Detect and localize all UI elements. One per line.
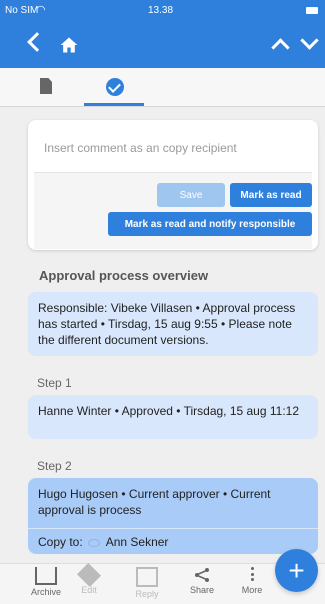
step-1-label: Step 1 (37, 376, 72, 390)
eye-icon (88, 538, 101, 547)
share-icon (195, 568, 209, 582)
tab-bar (0, 68, 325, 107)
checkmark-icon (106, 78, 124, 96)
more-label: More (241, 585, 263, 595)
pencil-icon (76, 562, 102, 588)
copy-label: Copy to: (38, 535, 83, 549)
archive-label: Archive (30, 587, 61, 597)
tab-document[interactable] (14, 68, 74, 106)
carrier-text: No SIM (5, 5, 39, 16)
wifi-icon: ◠ (36, 4, 46, 16)
archive-button[interactable]: Archive (25, 567, 67, 597)
step-1-text: Hanne Winter • Approved • Tirsdag, 15 au… (38, 404, 300, 418)
responsible-text: Responsible: Vibeke Villasen • Approval … (38, 301, 296, 347)
reply-label: Reply (135, 589, 159, 599)
time-text: 13.38 (148, 5, 174, 16)
archive-icon (35, 567, 57, 585)
overview-title: Approval process overview (39, 268, 209, 283)
top-navbar (0, 22, 325, 68)
save-button[interactable]: Save (157, 183, 225, 207)
step-1-card: Hanne Winter • Approved • Tirsdag, 15 au… (28, 395, 318, 439)
tab-approval[interactable] (84, 68, 144, 106)
responsible-card: Responsible: Vibeke Villasen • Approval … (28, 292, 318, 356)
share-button[interactable]: Share (181, 567, 223, 595)
mail-icon (136, 567, 158, 587)
step-2-label: Step 2 (37, 459, 72, 473)
home-icon[interactable] (58, 35, 80, 55)
share-label: Share (189, 585, 215, 595)
step-2-card: Hugo Hugosen • Current approver • Curren… (28, 478, 318, 554)
comment-card: Save Mark as read Mark as read and notif… (28, 120, 325, 250)
edit-button[interactable]: Edit (68, 562, 110, 595)
status-bar: No SIM ◠ 13.38 (0, 0, 325, 22)
comment-input[interactable] (34, 128, 325, 168)
back-icon[interactable] (27, 32, 47, 52)
more-icon (243, 567, 261, 583)
mark-read-notify-button[interactable]: Mark as read and notify responsible (108, 212, 312, 236)
copy-row: Copy to: Ann Sekner (28, 528, 318, 554)
next-icon[interactable] (300, 31, 319, 50)
add-button[interactable]: + (275, 549, 318, 592)
mark-as-read-button[interactable]: Mark as read (230, 183, 312, 207)
comment-actions: Save Mark as read Mark as read and notif… (34, 172, 312, 249)
copy-recipient-name: Ann Sekner (105, 535, 169, 549)
battery-icon (306, 7, 318, 14)
document-icon (40, 78, 52, 94)
previous-icon[interactable] (271, 38, 290, 57)
reply-button[interactable]: Reply (126, 567, 168, 599)
step-2-text: Hugo Hugosen • Current approver • Curren… (38, 487, 271, 517)
more-button[interactable]: More (231, 567, 273, 595)
